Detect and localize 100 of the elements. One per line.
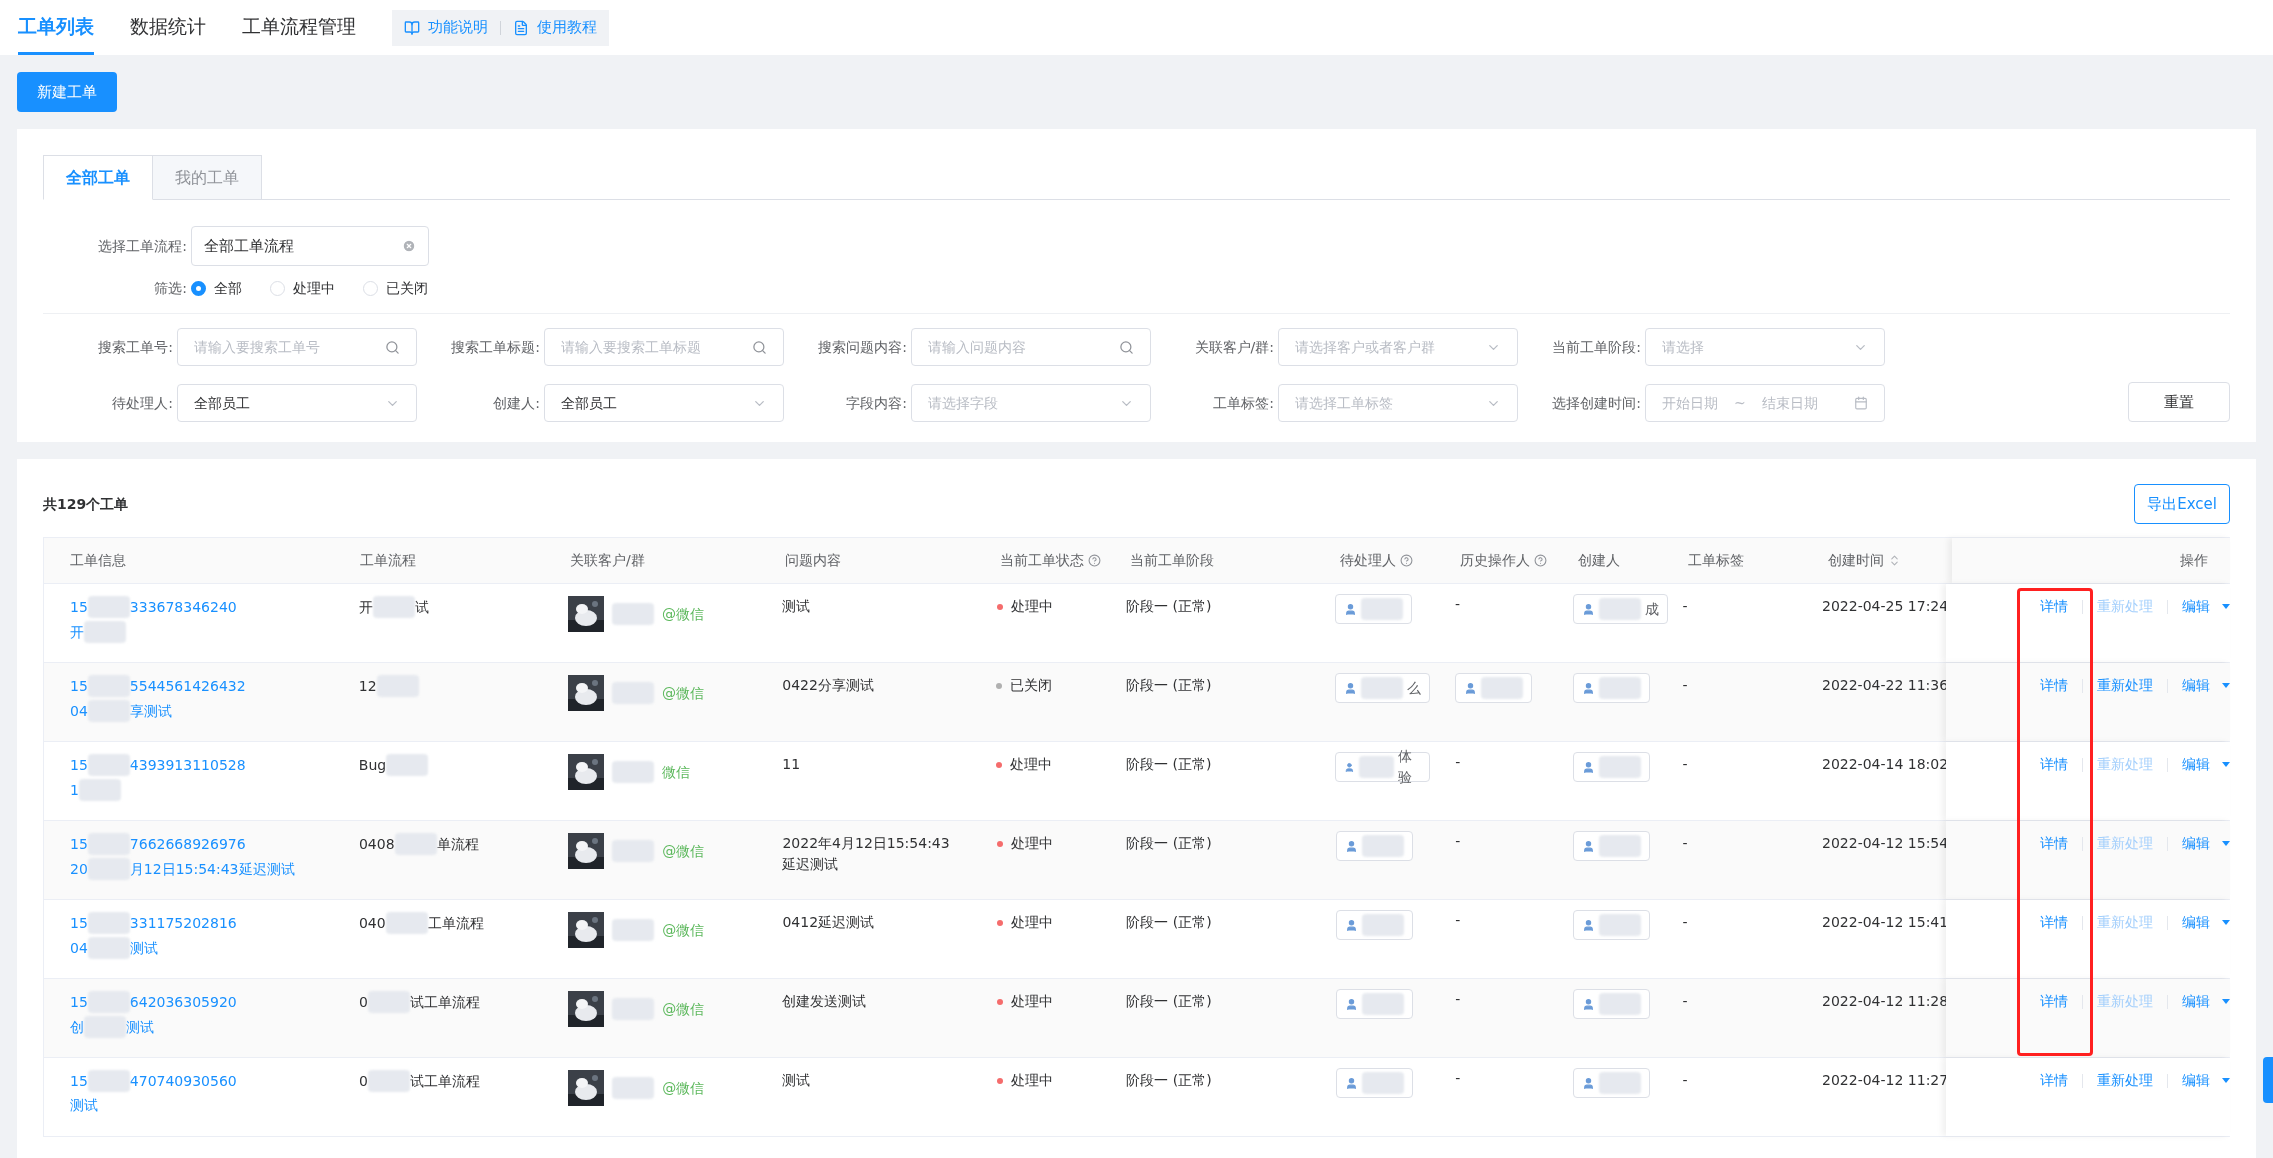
nav-tab[interactable]: 工单流程管理 — [242, 0, 356, 55]
status-radio[interactable]: 处理中 — [270, 278, 335, 299]
nav-tab[interactable]: 工单列表 — [18, 0, 94, 55]
filter-label: 搜索问题内容: — [817, 337, 908, 357]
cell-text: 阶段一 (正常) — [1126, 756, 1212, 772]
select-field[interactable]: 请选择字段 — [911, 384, 1151, 422]
filter-label: 搜索工单标题: — [450, 337, 541, 357]
action-link[interactable]: 详情 — [2040, 675, 2068, 696]
cell-text: 阶段一 (正常) — [1126, 835, 1212, 851]
cell-text: - — [1455, 912, 1461, 928]
cell-text: 0 — [358, 1071, 368, 1091]
flow-select-field[interactable]: 全部工单流程 — [191, 226, 429, 266]
select-field[interactable]: 请选择客户或者客户群 — [1278, 328, 1518, 366]
cell-text: 2022年4月12日15:54:43延迟测试 — [782, 835, 950, 872]
filter-label: 工单标签: — [1212, 393, 1275, 413]
cell-text: @微信 — [662, 920, 705, 940]
action-link[interactable]: 详情 — [2040, 1070, 2068, 1091]
cell-text: 4393913110528 — [129, 755, 246, 775]
list-tab[interactable]: 我的工单 — [153, 155, 262, 200]
select-field[interactable]: 请选择工单标签 — [1278, 384, 1518, 422]
filter-label: 字段内容: — [845, 393, 908, 413]
cell-text: - — [1682, 598, 1688, 614]
cell-text: 15 — [70, 834, 88, 854]
cell-text: 测试 — [126, 1017, 154, 1037]
cell-text: 0 — [358, 992, 368, 1012]
action-link[interactable]: 重新处理 — [2097, 1070, 2153, 1091]
filter-label: 创建人: — [492, 393, 541, 413]
cell-text: 创 — [70, 1017, 84, 1037]
filter-label: 筛选: — [153, 279, 188, 298]
cell-text: - — [1455, 754, 1461, 770]
cell-text: - — [1682, 756, 1688, 772]
action-link[interactable]: 编辑 — [2182, 1070, 2230, 1091]
cell-text: 11 — [782, 756, 801, 772]
cell-text: 470740930560 — [129, 1071, 237, 1091]
select-field[interactable]: 全部员工 — [177, 384, 417, 422]
cell-text: @微信 — [662, 1078, 705, 1098]
action-link[interactable]: 编辑 — [2182, 754, 2230, 775]
cell-text: 么 — [1407, 678, 1422, 698]
cell-text: 微信 — [662, 762, 691, 782]
cell-text: 2022-04-14 18:02 — [1822, 756, 1949, 772]
cell-text: - — [1455, 1070, 1461, 1086]
cell-text: 试工单流程 — [409, 1071, 480, 1091]
action-link[interactable]: 详情 — [2040, 912, 2068, 933]
status-radio[interactable]: 已关闭 — [363, 278, 428, 299]
cell-text: 开 — [358, 597, 373, 617]
cell-text: @微信 — [662, 683, 705, 703]
action-link[interactable]: 详情 — [2040, 991, 2068, 1012]
status-radio[interactable]: 全部 — [191, 278, 242, 299]
cell-text: 5544561426432 — [129, 676, 246, 696]
status-text: 处理中 — [1010, 913, 1053, 932]
help-link[interactable]: 使用教程 — [513, 16, 597, 39]
list-tab[interactable]: 全部工单 — [43, 155, 153, 200]
help-link[interactable]: 功能说明 — [404, 16, 488, 39]
export-button[interactable]: 导出Excel — [2134, 484, 2230, 524]
action-link[interactable]: 详情 — [2040, 833, 2068, 854]
filter-label: 关联客户/群: — [1193, 337, 1275, 357]
action-link[interactable]: 详情 — [2040, 596, 2068, 617]
select-field[interactable]: 请选择 — [1645, 328, 1885, 366]
cell-text: @微信 — [662, 841, 705, 861]
select-field[interactable]: 全部员工 — [544, 384, 784, 422]
cell-text: - — [1682, 835, 1688, 851]
cell-text: 04 — [70, 701, 88, 721]
end-date: 结束日期 — [1761, 393, 1818, 413]
action-link[interactable]: 详情 — [2040, 754, 2068, 775]
cell-text: 阶段一 (正常) — [1126, 598, 1212, 614]
cell-text: Bug — [358, 755, 387, 775]
cell-text: 15 — [70, 913, 88, 933]
new-ticket-button[interactable]: 新建工单 — [17, 72, 117, 112]
action-link[interactable]: 重新处理 — [2097, 675, 2153, 696]
cell-text: 工单流程 — [427, 913, 484, 933]
search-field[interactable]: 请输入要搜索工单号 — [177, 328, 417, 366]
status-text: 处理中 — [1010, 834, 1053, 853]
cell-text: 创建发送测试 — [782, 993, 867, 1009]
action-link[interactable]: 编辑 — [2182, 675, 2230, 696]
cell-text: 2022-04-12 11:27 — [1822, 1072, 1949, 1088]
cell-text: 测试 — [129, 938, 158, 958]
column-header: 待处理人 — [1340, 551, 1396, 570]
cell-text: 阶段一 (正常) — [1126, 677, 1212, 693]
cell-text: 04 — [70, 938, 88, 958]
cell-text: - — [1682, 677, 1688, 693]
cell-text: 试工单流程 — [409, 992, 480, 1012]
cell-text: 2022-04-25 17:24 — [1822, 598, 1949, 614]
action-link[interactable]: 编辑 — [2182, 912, 2230, 933]
reset-button[interactable]: 重置 — [2128, 382, 2230, 422]
cell-text: 体验 — [1397, 747, 1413, 787]
action-link[interactable]: 编辑 — [2182, 991, 2230, 1012]
search-field[interactable]: 请输入要搜索工单标题 — [544, 328, 784, 366]
column-header: 工单流程 — [360, 551, 416, 570]
search-field[interactable]: 请输入问题内容 — [911, 328, 1151, 366]
cell-text: 试 — [414, 597, 429, 617]
cell-text: 测试 — [70, 1096, 98, 1115]
filter-label: 选择创建时间: — [1551, 393, 1642, 413]
nav-tab[interactable]: 数据统计 — [130, 0, 206, 55]
column-header: 工单标签 — [1688, 551, 1744, 570]
action-link[interactable]: 编辑 — [2182, 596, 2230, 617]
cell-text: 15 — [70, 992, 88, 1012]
action-link[interactable]: 编辑 — [2182, 833, 2230, 854]
date-range-field[interactable]: 开始日期 ~ 结束日期 — [1645, 384, 1885, 422]
filter-label: 选择工单流程: — [97, 236, 188, 256]
cell-text: 7662668926976 — [129, 834, 246, 854]
